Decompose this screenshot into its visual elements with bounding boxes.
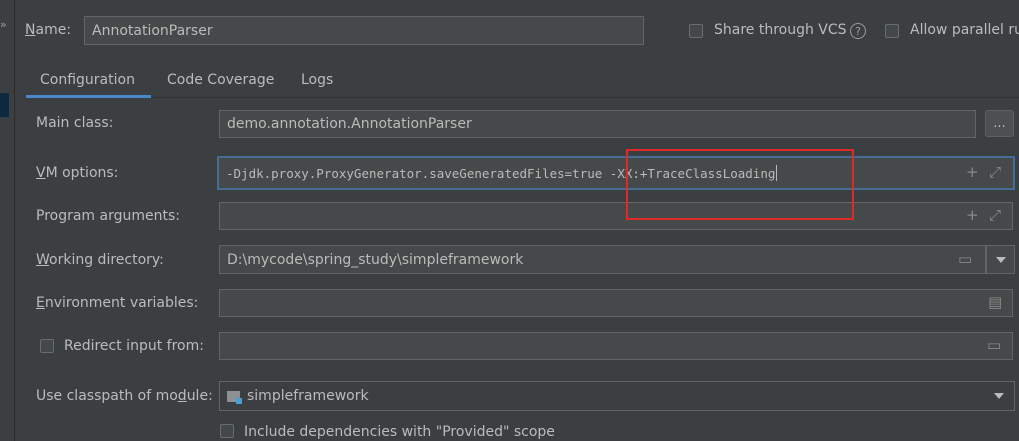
classpath-module-select[interactable]: simpleframework — [219, 381, 1015, 411]
share-vcs-label: Share through VCS — [714, 22, 847, 38]
left-tree-strip: » — [0, 0, 15, 441]
redirect-input-field[interactable] — [219, 332, 1013, 360]
tab-code-coverage[interactable]: Code Coverage — [152, 62, 289, 98]
program-args-label: Program arguments: — [36, 208, 180, 224]
allow-parallel-label: Allow parallel ru — [910, 22, 1019, 38]
expand-icon[interactable]: ⤢ — [989, 206, 1001, 224]
redirect-input-label: Redirect input from: — [64, 338, 204, 354]
highlight-annotation-box — [626, 149, 854, 220]
folder-icon[interactable]: ▭ — [987, 336, 1001, 354]
classpath-label: Use classpath of module: — [36, 388, 213, 404]
expand-icon[interactable]: ⤢ — [989, 163, 1001, 181]
vm-options-label: VM options: — [36, 165, 119, 181]
document-icon[interactable]: ▤ — [988, 293, 1002, 311]
include-deps-label: Include dependencies with "Provided" sco… — [244, 424, 555, 440]
active-tab-indicator — [26, 95, 151, 98]
classpath-module-value: simpleframework — [247, 388, 369, 404]
env-vars-field[interactable] — [219, 289, 1013, 317]
program-args-field[interactable] — [219, 202, 1013, 230]
allow-parallel-checkbox[interactable] — [885, 24, 899, 38]
main-class-field[interactable]: demo.annotation.AnnotationParser — [219, 110, 976, 138]
main-class-label: Main class: — [36, 115, 114, 131]
working-dir-label: Working directory: — [36, 252, 164, 268]
name-label: Name: — [25, 22, 72, 38]
tab-code-coverage-label: Code Coverage — [167, 72, 275, 88]
browse-button-label: ... — [993, 116, 1006, 131]
main-class-value: demo.annotation.AnnotationParser — [227, 116, 472, 132]
chevron-down-icon — [995, 256, 1006, 263]
tab-configuration-label: Configuration — [40, 72, 135, 88]
add-icon[interactable]: + — [966, 206, 979, 224]
tab-configuration[interactable]: Configuration — [25, 62, 150, 98]
module-folder-icon — [227, 390, 242, 404]
tab-logs[interactable]: Logs — [286, 62, 348, 98]
working-dir-value: D:\mycode\spring_study\simpleframework — [227, 251, 524, 268]
chevron-down-icon[interactable] — [994, 393, 1004, 399]
name-field[interactable]: AnnotationParser — [84, 16, 644, 45]
tab-logs-label: Logs — [301, 72, 334, 88]
add-icon[interactable]: + — [966, 163, 979, 181]
working-dir-field[interactable]: D:\mycode\spring_study\simpleframework — [219, 245, 986, 274]
include-deps-checkbox[interactable] — [220, 424, 234, 438]
vm-options-field[interactable]: -Djdk.proxy.ProxyGenerator.saveGenerated… — [217, 156, 1015, 190]
share-vcs-checkbox[interactable] — [689, 24, 703, 38]
help-icon[interactable]: ? — [850, 23, 866, 39]
selected-tree-item[interactable] — [0, 93, 9, 117]
working-dir-dropdown-button[interactable] — [986, 245, 1015, 274]
name-value: AnnotationParser — [92, 22, 213, 39]
env-vars-label: Environment variables: — [36, 295, 199, 311]
folder-icon[interactable]: ▭ — [958, 250, 972, 268]
redirect-input-checkbox[interactable] — [40, 339, 54, 353]
browse-main-class-button[interactable]: ... — [985, 110, 1014, 137]
double-chevron-icon[interactable]: » — [0, 18, 7, 31]
